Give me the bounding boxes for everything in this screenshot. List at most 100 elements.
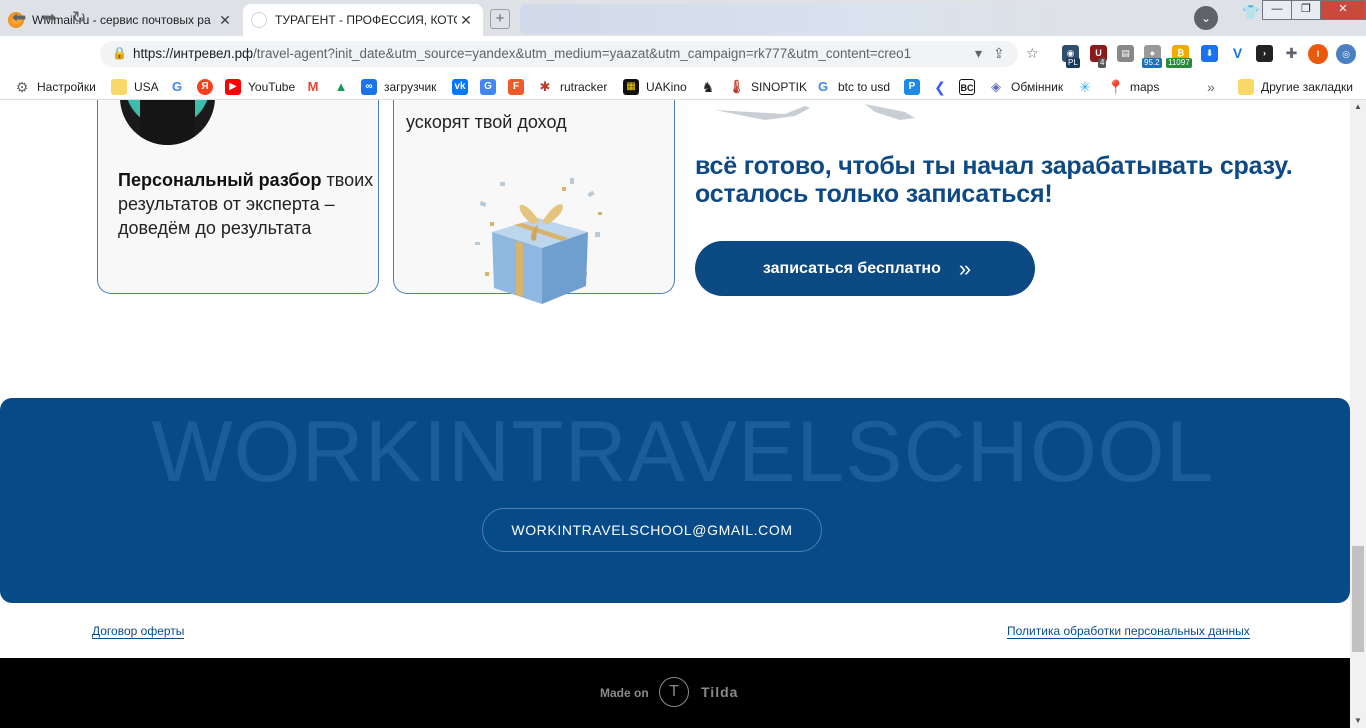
- f-icon: F: [508, 79, 524, 95]
- reload-icon[interactable]: ↻: [72, 8, 86, 28]
- rutracker-icon: ✱: [537, 79, 553, 95]
- tilda-wordmark: Tilda: [701, 684, 739, 700]
- url-path: /travel-agent?init_date&utm_source=yande…: [253, 46, 912, 61]
- cta-heading: всё готово, чтобы ты начал зарабатывать …: [695, 152, 1293, 208]
- background-tabs[interactable]: [520, 4, 1080, 34]
- scroll-up-arrow-icon[interactable]: ▲: [1350, 100, 1366, 114]
- email-button[interactable]: WORKINTRAVELSCHOOL@GMAIL.COM: [482, 508, 822, 552]
- google-icon: G: [815, 79, 831, 95]
- dropdown-icon[interactable]: ▾: [975, 45, 982, 62]
- signup-free-label: записаться бесплатно: [762, 259, 941, 277]
- sync-icon[interactable]: ◎: [1336, 44, 1356, 64]
- tab-title: ТУРАГЕНТ - ПРОФЕССИЯ, КОТОРА: [275, 13, 457, 27]
- bookmark-star-icon[interactable]: ☆: [1026, 45, 1039, 62]
- bookmark-loader[interactable]: ∞ загрузчик: [361, 79, 436, 95]
- url-text[interactable]: https://интревел.рф/travel-agent?init_da…: [133, 46, 911, 61]
- share-icon[interactable]: ⇪: [993, 45, 1005, 62]
- bookmark-f[interactable]: F: [508, 79, 531, 95]
- arrow-icon: ❮: [932, 79, 948, 95]
- p-icon: P: [904, 79, 920, 95]
- signup-free-button[interactable]: записаться бесплатно »: [695, 241, 1035, 296]
- google-icon: G: [169, 79, 185, 95]
- profile-avatar[interactable]: I: [1308, 44, 1328, 64]
- bookmark-translate[interactable]: G: [480, 79, 503, 95]
- brand-wordmark: WORKINTRAVELSCHOOL: [151, 404, 1215, 500]
- tilda-logo-icon: T: [659, 677, 689, 707]
- folder-icon: [111, 79, 127, 95]
- new-tab-button[interactable]: +: [490, 9, 510, 29]
- scroll-down-arrow-icon[interactable]: ▼: [1350, 714, 1366, 728]
- bookmark-bc[interactable]: BC: [959, 79, 982, 95]
- tab-travel-agent[interactable]: ТУРАГЕНТ - ПРОФЕССИЯ, КОТОРА ✕: [243, 4, 483, 36]
- bookmark-settings[interactable]: ⚙ Настройки: [14, 79, 96, 95]
- download-extension-icon[interactable]: ⬇: [1201, 45, 1218, 62]
- bookmark-p[interactable]: P: [904, 79, 927, 95]
- gift-box-image: [475, 178, 602, 304]
- uakino-icon: ▦: [623, 79, 639, 95]
- briefcase-extension-icon[interactable]: ▤: [1117, 45, 1134, 62]
- bookmark-star[interactable]: ✳: [1077, 79, 1100, 95]
- bookmark-vk[interactable]: vk: [452, 79, 475, 95]
- customize-icon[interactable]: 👕: [1242, 4, 1259, 21]
- close-tab-icon[interactable]: ✕: [216, 12, 234, 29]
- close-tab-icon[interactable]: ✕: [457, 12, 475, 29]
- card-text: Персональный разбор твоих результатов от…: [118, 168, 378, 240]
- back-icon[interactable]: ⬅: [12, 8, 26, 28]
- tab-title: WMmail.ru - сервис почтовых ра: [32, 13, 211, 27]
- bookmark-uakino[interactable]: ▦ UAKino: [623, 79, 687, 95]
- extensions-puzzle-icon[interactable]: ✚: [1283, 45, 1300, 62]
- card-text-bold: Персональный разбор: [118, 170, 322, 190]
- thermometer-icon: 🌡: [728, 79, 745, 95]
- terminal-extension-icon[interactable]: ›: [1256, 45, 1273, 62]
- bookmark-youtube[interactable]: ▶ YouTube: [225, 79, 295, 95]
- tab-wmmail[interactable]: WMmail.ru - сервис почтовых ра ✕: [0, 4, 242, 36]
- url-host: https://интревел.рф: [133, 46, 254, 61]
- site-favicon-icon: [251, 12, 267, 28]
- folder-icon: [1238, 79, 1254, 95]
- bookmark-maps[interactable]: 📍 maps: [1107, 79, 1159, 95]
- chess-icon: ♞: [700, 79, 716, 95]
- bookmark-drive[interactable]: ▲: [333, 79, 356, 95]
- card-text: ускорят твой доход: [406, 100, 666, 134]
- exchange-icon: ◈: [988, 79, 1004, 95]
- translate-icon: G: [480, 79, 496, 95]
- extension-badge: PL: [1066, 58, 1080, 68]
- other-bookmarks[interactable]: Другие закладки: [1238, 79, 1353, 95]
- bookmark-gmail[interactable]: M: [305, 79, 328, 95]
- privacy-policy-link[interactable]: Политика обработки персональных данных: [1007, 625, 1250, 639]
- lock-icon[interactable]: 🔒: [112, 46, 127, 60]
- bookmark-yandex[interactable]: Я: [197, 79, 220, 95]
- bc-icon: BC: [959, 79, 975, 95]
- v-extension-icon[interactable]: V: [1229, 45, 1246, 62]
- maps-icon: 📍: [1107, 79, 1125, 95]
- bookmarks-overflow-button[interactable]: »: [1207, 79, 1215, 95]
- bookmark-google[interactable]: G: [169, 79, 192, 95]
- vk-icon: vk: [452, 79, 468, 95]
- offer-agreement-link[interactable]: Договор оферты: [92, 625, 185, 639]
- gear-icon: ⚙: [15, 79, 29, 95]
- maximize-button[interactable]: ❐: [1291, 0, 1321, 20]
- tab-search-icon[interactable]: ⌄: [1194, 6, 1218, 30]
- bookmark-chess[interactable]: ♞: [700, 79, 723, 95]
- gmail-icon: M: [305, 79, 321, 95]
- bookmark-rutracker[interactable]: ✱ rutracker: [537, 79, 607, 95]
- forward-icon[interactable]: ➡: [42, 8, 56, 28]
- close-window-button[interactable]: ✕: [1320, 0, 1366, 20]
- bookmark-btc-to-usd[interactable]: Gbtc to usd: [815, 79, 890, 95]
- loop-icon: ∞: [361, 79, 377, 95]
- extension-badge: 11097: [1166, 58, 1192, 68]
- bookmark-sinoptik[interactable]: 🌡 SINOPTIK: [728, 79, 807, 95]
- card-text-line: ускорят твой доход: [406, 112, 567, 132]
- bookmark-exchanger[interactable]: ◈ Обмінник: [988, 79, 1063, 95]
- page-viewport: Персональный разбор твоих результатов от…: [0, 100, 1350, 728]
- bookmark-arrow[interactable]: ❮: [932, 79, 955, 95]
- double-chevron-right-icon: »: [958, 255, 971, 281]
- drive-icon: ▲: [333, 79, 349, 95]
- made-on-text: Made on: [600, 686, 649, 700]
- yandex-icon: Я: [197, 79, 213, 95]
- bookmark-usa[interactable]: USA: [111, 79, 159, 95]
- youtube-icon: ▶: [225, 79, 241, 95]
- minimize-button[interactable]: —: [1262, 0, 1292, 20]
- scrollbar-thumb[interactable]: [1352, 546, 1364, 652]
- window-controls: — ❐ ✕: [1262, 0, 1366, 20]
